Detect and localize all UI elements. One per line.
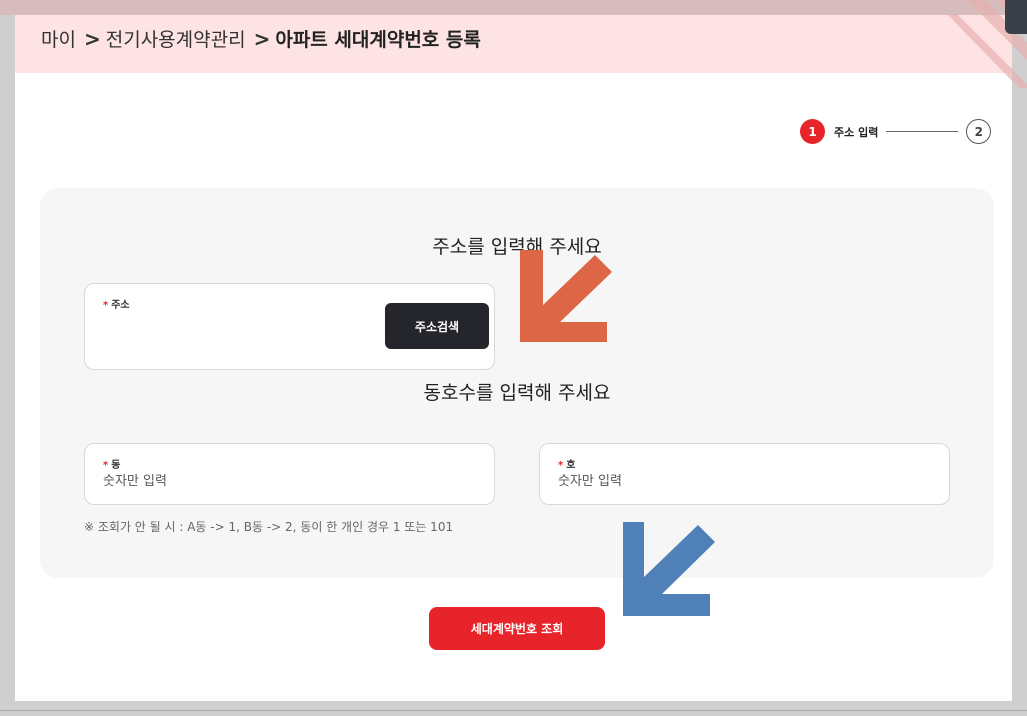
address-search-button[interactable]: 주소검색 [385, 303, 489, 349]
step-2-indicator: 2 [966, 119, 992, 144]
ho-field-label: * 호 [558, 456, 575, 471]
required-mark: * [103, 300, 109, 311]
dong-field-label: * 동 [103, 456, 120, 471]
breadcrumb-item-contract[interactable]: 전기사용계약관리 [106, 25, 246, 52]
dong-field[interactable]: * 동 [84, 443, 495, 505]
page-title: 아파트 세대계약번호 등록 [275, 29, 481, 51]
breadcrumb-item-my[interactable]: 마이 [41, 25, 76, 52]
breadcrumb-bar: 마이 > 전기사용계약관리 > 아파트 세대계약번호 등록 [15, 15, 1012, 73]
arrow-down-left-icon [520, 250, 612, 342]
dong-label-text: 동 [111, 460, 121, 471]
address-field[interactable]: * 주소 주소검색 [84, 283, 495, 370]
chevron-right-icon: > [83, 26, 101, 51]
step-1-indicator: 1 [800, 119, 825, 144]
chevron-right-icon: > [253, 26, 271, 51]
step-connector [886, 131, 959, 132]
address-field-label: * 주소 [103, 296, 130, 311]
ho-field[interactable]: * 호 [539, 443, 950, 505]
ho-label-text: 호 [566, 460, 576, 471]
stepper: 1 주소 입력 2 [800, 118, 992, 145]
required-mark: * [103, 460, 109, 471]
lookup-hint: ※ 조회가 안 될 시 : A동 -> 1, B동 -> 2, 동이 한 개인 … [84, 520, 454, 534]
dong-input[interactable] [103, 474, 463, 489]
required-mark: * [558, 460, 564, 471]
step-1-label: 주소 입력 [834, 125, 879, 139]
scrollbar-thumb[interactable] [1005, 0, 1027, 34]
window-bottom-edge [0, 710, 1027, 711]
window-top-band [0, 0, 1027, 15]
unit-section-title: 동호수를 입력해 주세요 [423, 382, 611, 404]
ho-input[interactable] [558, 474, 918, 489]
arrow-down-left-icon [623, 522, 715, 616]
form-panel: 주소를 입력해 주세요 *주소 주소검색 동호수를 입력해 주세요 *동 *호 … [40, 188, 994, 578]
address-label-text: 주소 [111, 300, 130, 311]
lookup-contract-number-button[interactable]: 세대계약번호 조회 [429, 607, 605, 650]
page-container: 마이 > 전기사용계약관리 > 아파트 세대계약번호 등록 1 주소 입력 2 … [15, 15, 1012, 701]
breadcrumb: 마이 > 전기사용계약관리 > 아파트 세대계약번호 등록 [41, 25, 481, 52]
